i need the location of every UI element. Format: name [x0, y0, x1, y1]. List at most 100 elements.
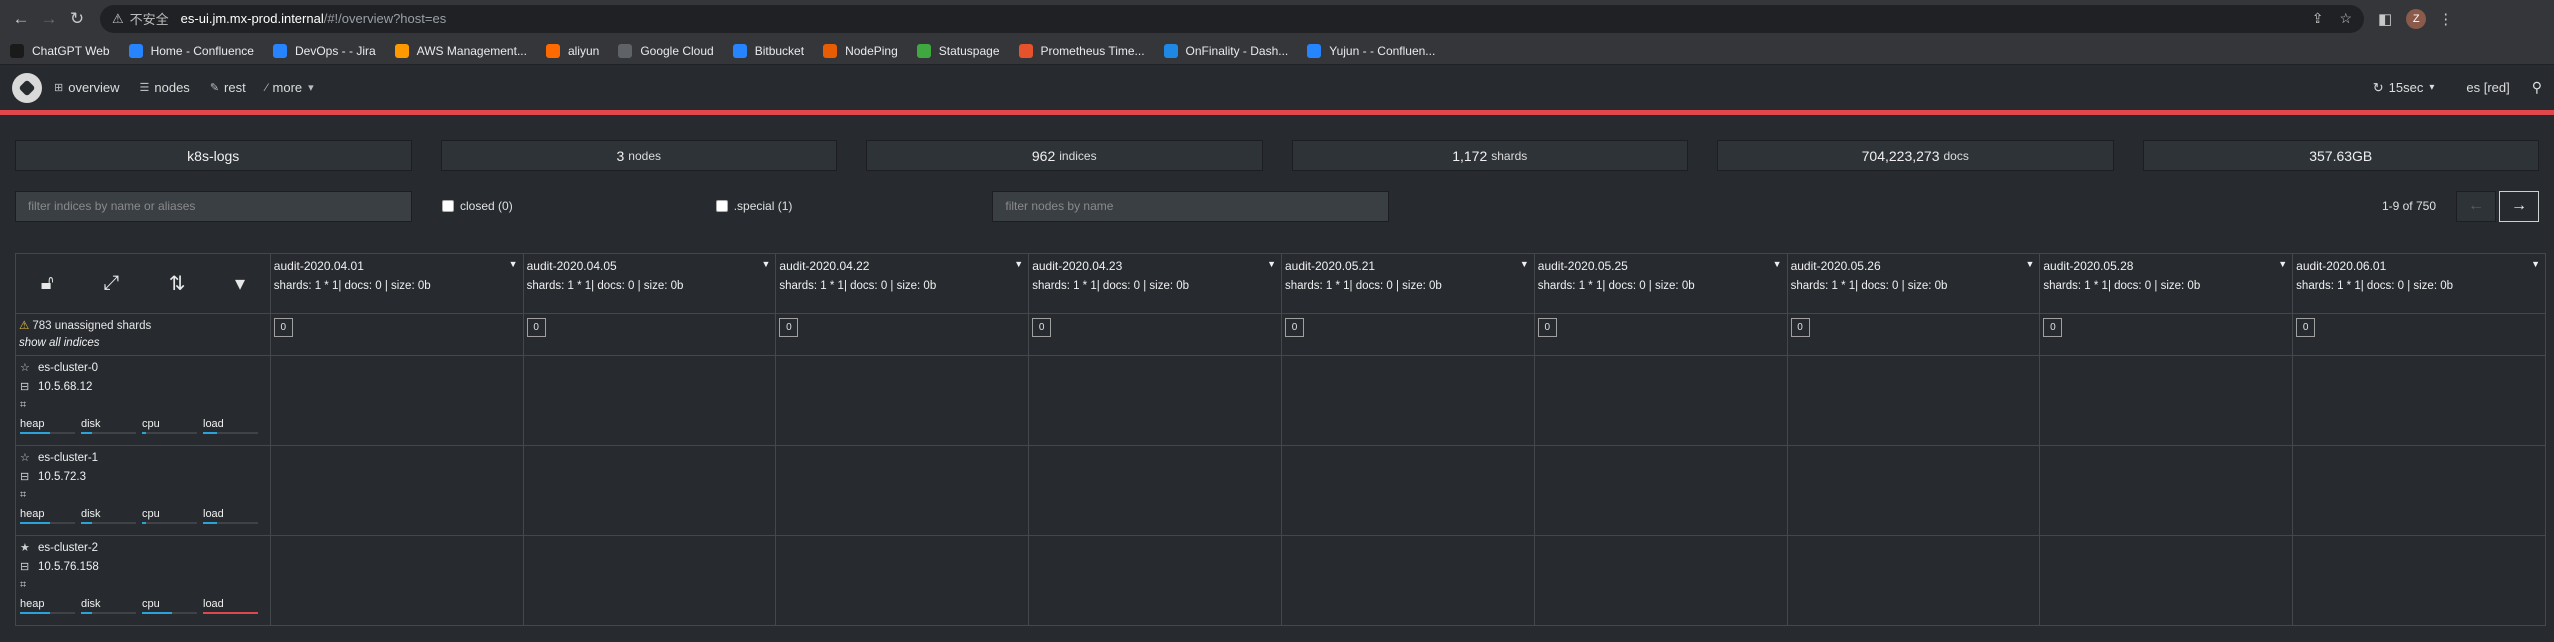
stat-cluster-name: k8s-logs — [15, 140, 412, 171]
caret-down-icon[interactable]: ▼ — [2531, 259, 2540, 269]
index-header[interactable]: audit-2020.05.26 ▼ shards: 1 * 1| docs: 0 … — [1786, 253, 2041, 314]
special-checkbox-box[interactable] — [715, 200, 728, 212]
cluster-status-label[interactable]: es [red] — [2466, 80, 2509, 95]
shard-box[interactable]: 0 — [779, 318, 799, 337]
shard-box[interactable]: 0 — [2296, 318, 2316, 337]
sort-alpha-icon[interactable]: ⇅ — [169, 271, 186, 296]
index-meta: shards: 1 * 1| docs: 0 | size: 0b — [526, 280, 684, 292]
cerebro-logo-icon[interactable] — [12, 72, 42, 103]
index-name[interactable]: audit-2020.05.26 — [1791, 259, 2037, 273]
index-name[interactable]: audit-2020.05.21 — [1285, 259, 1531, 273]
next-page-button[interactable]: → — [2499, 190, 2539, 222]
nav-rest[interactable]: ✎ rest — [210, 80, 246, 95]
index-header[interactable]: audit-2020.04.05 ▼ shards: 1 * 1| docs: 0 … — [522, 253, 777, 314]
index-header[interactable]: audit-2020.05.25 ▼ shards: 1 * 1| docs: 0 … — [1533, 253, 1788, 314]
caret-down-icon[interactable]: ▾ — [235, 271, 245, 296]
shard-box[interactable]: 0 — [2043, 318, 2063, 337]
index-name[interactable]: audit-2020.06.01 — [2296, 259, 2542, 273]
caret-down-icon[interactable]: ▼ — [1773, 259, 1782, 269]
metric-cpu: cpu — [142, 598, 203, 614]
nav-more[interactable]: ⁄ more ▾ — [266, 80, 314, 95]
closed-checkbox-box[interactable] — [442, 200, 454, 212]
caret-down-icon[interactable]: ▼ — [761, 259, 770, 269]
back-icon[interactable]: ← — [10, 8, 32, 30]
bookmark-item[interactable]: ChatGPT Web — [10, 43, 110, 58]
index-header[interactable]: audit-2020.05.21 ▼ shards: 1 * 1| docs: 0 … — [1280, 253, 1535, 314]
index-header[interactable]: audit-2020.05.28 ▼ shards: 1 * 1| docs: 0 … — [2039, 253, 2294, 314]
nodes-unit: nodes — [628, 148, 661, 163]
node-name[interactable]: es-cluster-1 — [38, 452, 98, 464]
reload-icon[interactable]: ↻ — [66, 8, 88, 30]
bookmark-favicon-icon — [272, 43, 287, 58]
grid-controls-icons: 🔓︎ ⤢ ⇅ ▾ — [16, 254, 270, 312]
caret-down-icon[interactable]: ▼ — [509, 259, 518, 269]
metric-bar — [20, 522, 75, 524]
filter-indices-input[interactable] — [15, 190, 412, 222]
unassigned-shard-cell: 0 — [1786, 313, 2041, 356]
index-header[interactable]: audit-2020.04.23 ▼ shards: 1 * 1| docs: 0 … — [1028, 253, 1282, 314]
caret-down-icon[interactable]: ▼ — [1520, 259, 1529, 269]
index-name[interactable]: audit-2020.04.05 — [527, 259, 773, 273]
special-checkbox[interactable]: .special (1) — [715, 199, 792, 213]
caret-down-icon[interactable]: ▼ — [1267, 259, 1276, 269]
nav-overview[interactable]: ⊞ overview — [54, 80, 120, 95]
profile-avatar[interactable]: Z — [2406, 8, 2427, 29]
bookmark-item[interactable]: AWS Management... — [394, 43, 527, 58]
filter-nodes-input[interactable] — [992, 190, 1390, 222]
show-all-indices-link[interactable]: show all indices — [19, 337, 267, 349]
shard-cell — [522, 535, 777, 626]
prev-page-button[interactable]: ← — [2456, 190, 2496, 222]
shard-box[interactable]: 0 — [273, 318, 293, 337]
expand-icon[interactable]: ⤢ — [103, 272, 119, 295]
bookmark-item[interactable]: DevOps - - Jira — [272, 43, 376, 58]
master-star-icon: ★ — [20, 542, 30, 554]
nodes-count: 3 — [616, 147, 625, 164]
refresh-interval-dropdown[interactable]: ↻ 15sec ▾ — [2373, 80, 2435, 96]
forward-icon[interactable]: → — [38, 8, 60, 30]
caret-down-icon[interactable]: ▼ — [2278, 259, 2287, 269]
index-header[interactable]: audit-2020.04.01 ▼ shards: 1 * 1| docs: 0 … — [269, 253, 524, 314]
bookmark-item[interactable]: Google Cloud — [618, 43, 714, 58]
side-panel-icon[interactable]: ◧ — [2378, 10, 2392, 28]
bookmark-item[interactable]: Prometheus Time... — [1018, 43, 1145, 58]
chrome-menu-icon[interactable]: ⋮ — [2438, 10, 2453, 28]
disconnect-icon[interactable]: ⚲ — [2532, 79, 2542, 96]
index-header[interactable]: audit-2020.06.01 ▼ shards: 1 * 1| docs: 0 … — [2292, 253, 2546, 314]
index-name[interactable]: audit-2020.05.25 — [1538, 259, 1784, 273]
shard-cell — [2292, 355, 2546, 446]
bookmark-item[interactable]: aliyun — [545, 43, 599, 58]
node-name[interactable]: es-cluster-0 — [38, 362, 98, 374]
index-header-row: 🔓︎ ⤢ ⇅ ▾ audit-2020.04.01 ▼ shards: 1 * 1| doc… — [15, 253, 2546, 314]
bookmark-item[interactable]: Statuspage — [916, 43, 1000, 58]
bookmark-item[interactable]: Home - Confluence — [128, 43, 254, 58]
index-header[interactable]: audit-2020.04.22 ▼ shards: 1 * 1| docs: 0 … — [775, 253, 1030, 314]
share-icon[interactable]: ⇪ — [2312, 10, 2324, 27]
crop-icon: ⌗ — [20, 579, 27, 591]
bookmark-favicon-icon — [1163, 43, 1178, 58]
shard-box[interactable]: 0 — [526, 318, 546, 337]
index-name[interactable]: audit-2020.04.01 — [274, 259, 520, 273]
bookmark-item[interactable]: Bitbucket — [732, 43, 804, 58]
index-name[interactable]: audit-2020.04.22 — [779, 259, 1025, 273]
bookmark-item[interactable]: Yujun - - Confluen... — [1307, 43, 1435, 58]
bookmark-star-icon[interactable]: ☆ — [2339, 10, 2352, 27]
address-bar[interactable]: ⚠ 不安全 es-ui.jm.mx-prod.internal/#!/overv… — [100, 4, 2364, 33]
metric-bar-fill — [142, 612, 173, 614]
index-name[interactable]: audit-2020.05.28 — [2043, 259, 2289, 273]
shard-box[interactable]: 0 — [1790, 318, 1810, 337]
shard-box[interactable]: 0 — [1537, 318, 1557, 337]
metric-label: load — [203, 508, 224, 520]
shard-box[interactable]: 0 — [1284, 318, 1304, 337]
bookmark-item[interactable]: NodePing — [823, 43, 898, 58]
closed-checkbox[interactable]: closed (0) — [442, 199, 513, 213]
shard-box[interactable]: 0 — [1032, 318, 1052, 337]
bookmark-item[interactable]: OnFinality - Dash... — [1163, 43, 1288, 58]
node-name[interactable]: es-cluster-2 — [38, 542, 98, 554]
caret-down-icon[interactable]: ▼ — [1014, 259, 1023, 269]
stat-indices: 962 indices — [866, 140, 1263, 171]
bookmark-favicon-icon — [1018, 43, 1033, 58]
index-name[interactable]: audit-2020.04.23 — [1032, 259, 1278, 273]
unlock-icon[interactable]: 🔓︎ — [41, 272, 54, 295]
caret-down-icon[interactable]: ▼ — [2025, 259, 2034, 269]
nav-nodes[interactable]: ☰ nodes — [140, 80, 190, 95]
